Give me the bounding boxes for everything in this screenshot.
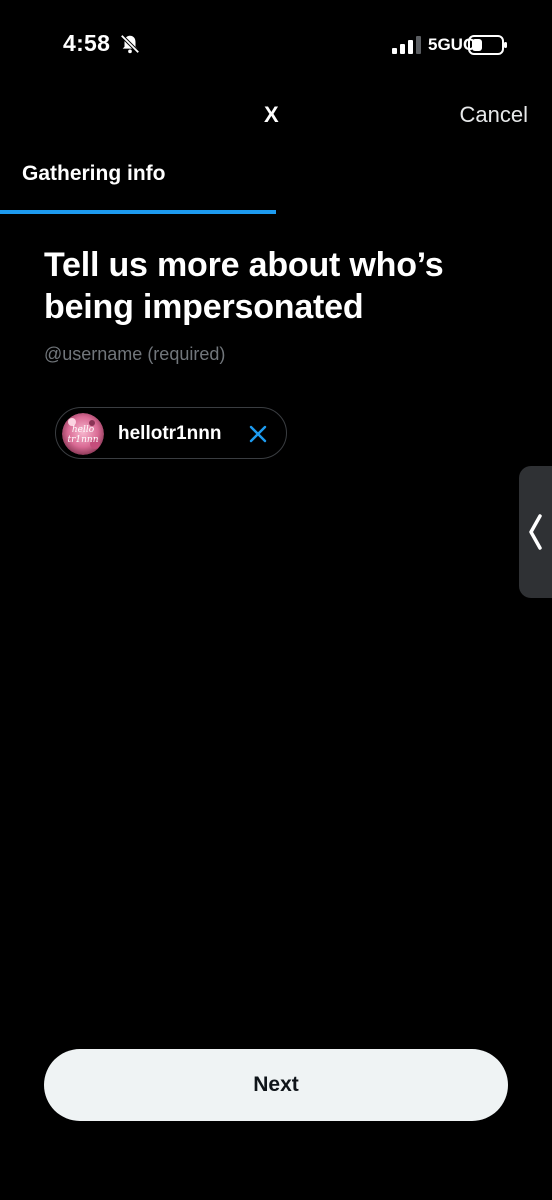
progress-bar [0, 210, 552, 214]
x-logo: X [264, 102, 279, 127]
progress-fill [0, 210, 276, 214]
side-panel-handle[interactable] [519, 466, 552, 598]
battery-icon [468, 35, 507, 55]
selected-username: hellotr1nnn [118, 423, 222, 444]
status-bar: 4:58 5GUC [0, 0, 552, 92]
avatar-text-line1: hello [72, 425, 95, 435]
next-button[interactable]: Next [44, 1049, 508, 1121]
chevron-left-icon [529, 514, 542, 550]
bell-slash-icon [120, 34, 140, 54]
username-field-label: @username (required) [44, 344, 226, 364]
close-icon[interactable] [248, 424, 268, 444]
avatar: hello tr1nnn [62, 413, 104, 455]
avatar-text-line2: tr1nnn [67, 435, 98, 445]
status-time: 4:58 [63, 30, 111, 56]
top-bar: X Cancel [0, 92, 552, 142]
cancel-button[interactable]: Cancel [460, 102, 528, 128]
selected-user-chip[interactable]: hello tr1nnn hellotr1nnn [55, 407, 287, 459]
page-heading: Tell us more about who’s being impersona… [44, 246, 444, 326]
signal-icon [392, 36, 421, 54]
step-label: Gathering info [22, 162, 166, 185]
